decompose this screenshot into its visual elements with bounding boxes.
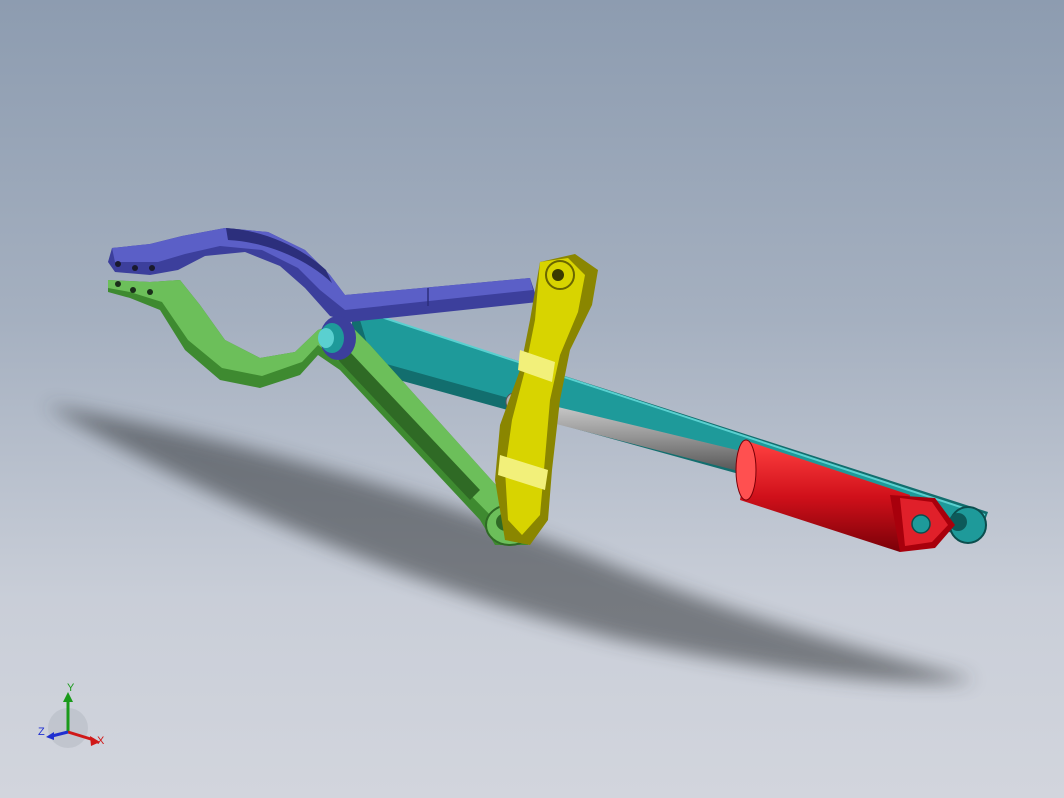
assembly-model[interactable]: [0, 0, 1064, 798]
triad-x-label: X: [97, 735, 105, 747]
triad-z-label: Z: [38, 726, 45, 738]
triad-y-label: Y: [67, 682, 75, 694]
3d-viewport[interactable]: Y X Z: [0, 0, 1064, 798]
